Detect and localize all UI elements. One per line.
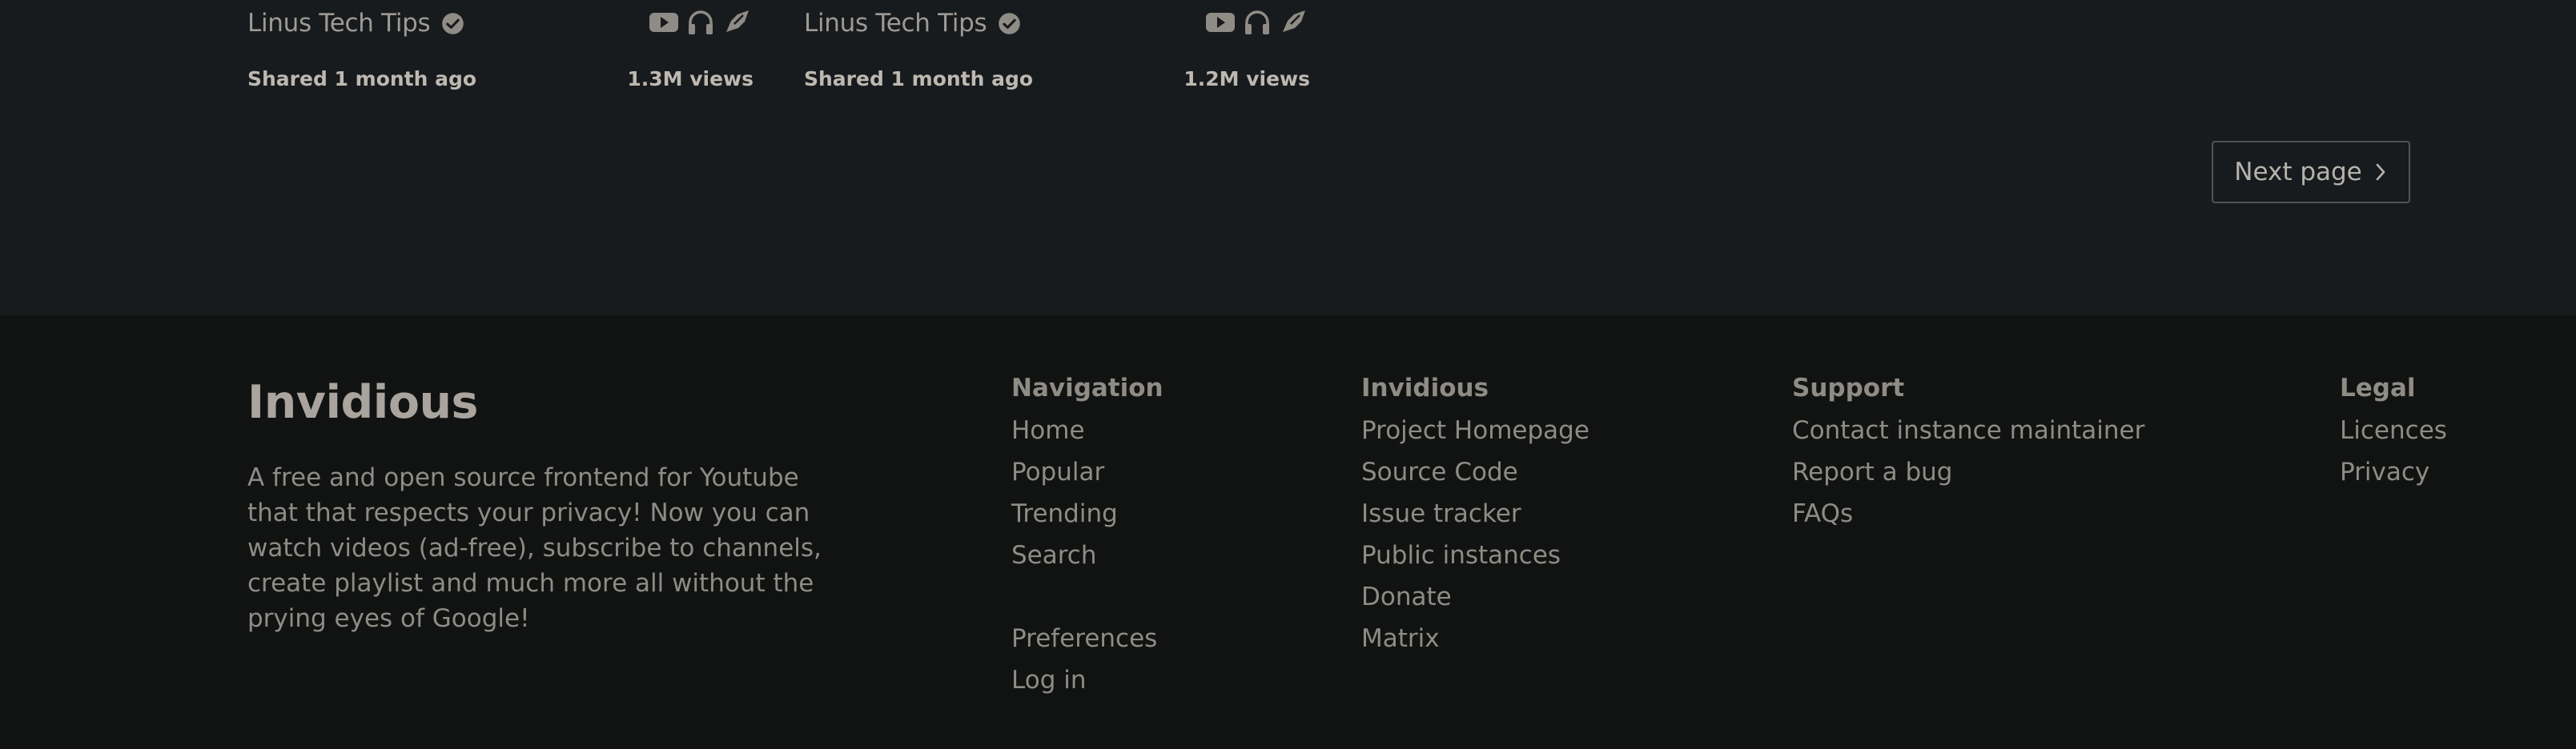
footer-column-invidious: Invidious Project Homepage Source Code I… xyxy=(1361,370,1589,659)
footer-brand: Invidious xyxy=(247,376,479,429)
footer-link-contact-maintainer[interactable]: Contact instance maintainer xyxy=(1792,410,2144,451)
footer-heading-support: Support xyxy=(1792,374,1905,403)
footer-link-report-bug[interactable]: Report a bug xyxy=(1792,451,2144,493)
footer-link-licences[interactable]: Licences xyxy=(2340,410,2447,451)
view-count: 1.3M views xyxy=(627,66,754,90)
footer-link-popular[interactable]: Popular xyxy=(1011,451,1163,493)
footer-heading-navigation: Navigation xyxy=(1011,374,1163,403)
footer-link-source-code[interactable]: Source Code xyxy=(1361,451,1589,493)
video-card: Linus Tech Tips Shared 1 month ago xyxy=(247,0,754,104)
channel-name-link[interactable]: Linus Tech Tips xyxy=(804,9,987,38)
youtube-icon[interactable] xyxy=(1204,8,1236,35)
footer-link-preferences[interactable]: Preferences xyxy=(1011,618,1163,659)
next-page-button[interactable]: Next page xyxy=(2212,141,2410,203)
shared-date: Shared 1 month ago xyxy=(804,66,1034,90)
footer-heading-invidious: Invidious xyxy=(1361,374,1489,403)
share-icon[interactable] xyxy=(721,8,754,35)
share-icon[interactable] xyxy=(1278,8,1310,35)
headphones-icon[interactable] xyxy=(1241,8,1273,35)
footer-heading-legal: Legal xyxy=(2340,374,2416,403)
headphones-icon[interactable] xyxy=(685,8,717,35)
youtube-icon[interactable] xyxy=(648,8,680,35)
footer-column-legal: Legal Licences Privacy xyxy=(2340,370,2447,493)
chevron-right-icon xyxy=(2376,163,2385,181)
footer-link-search[interactable]: Search xyxy=(1011,535,1163,576)
footer-description: A free and open source frontend for Yout… xyxy=(247,463,822,633)
footer-link-issue-tracker[interactable]: Issue tracker xyxy=(1361,493,1589,535)
footer-link-project-homepage[interactable]: Project Homepage xyxy=(1361,410,1589,451)
footer-column-navigation: Navigation Home Popular Trending Search … xyxy=(1011,370,1163,701)
verified-check-icon xyxy=(999,12,1021,34)
footer-link-public-instances[interactable]: Public instances xyxy=(1361,535,1589,576)
verified-check-icon xyxy=(442,12,464,34)
footer-link-matrix[interactable]: Matrix xyxy=(1361,618,1589,659)
footer-link-privacy[interactable]: Privacy xyxy=(2340,451,2447,493)
next-page-label: Next page xyxy=(2234,158,2362,186)
footer-link-donate[interactable]: Donate xyxy=(1361,576,1589,618)
footer-link-faqs[interactable]: FAQs xyxy=(1792,493,2144,535)
video-card: Linus Tech Tips Shared 1 month ago xyxy=(804,0,1310,104)
footer-link-log-in[interactable]: Log in xyxy=(1011,659,1163,701)
footer-link-trending[interactable]: Trending xyxy=(1011,493,1163,535)
footer-column-support: Support Contact instance maintainer Repo… xyxy=(1792,370,2144,535)
view-count: 1.2M views xyxy=(1184,66,1310,90)
shared-date: Shared 1 month ago xyxy=(247,66,477,90)
footer-link-home[interactable]: Home xyxy=(1011,410,1163,451)
channel-name-link[interactable]: Linus Tech Tips xyxy=(247,9,431,38)
video-results-section: Linus Tech Tips Shared 1 month ago 1.3M … xyxy=(0,0,2576,315)
